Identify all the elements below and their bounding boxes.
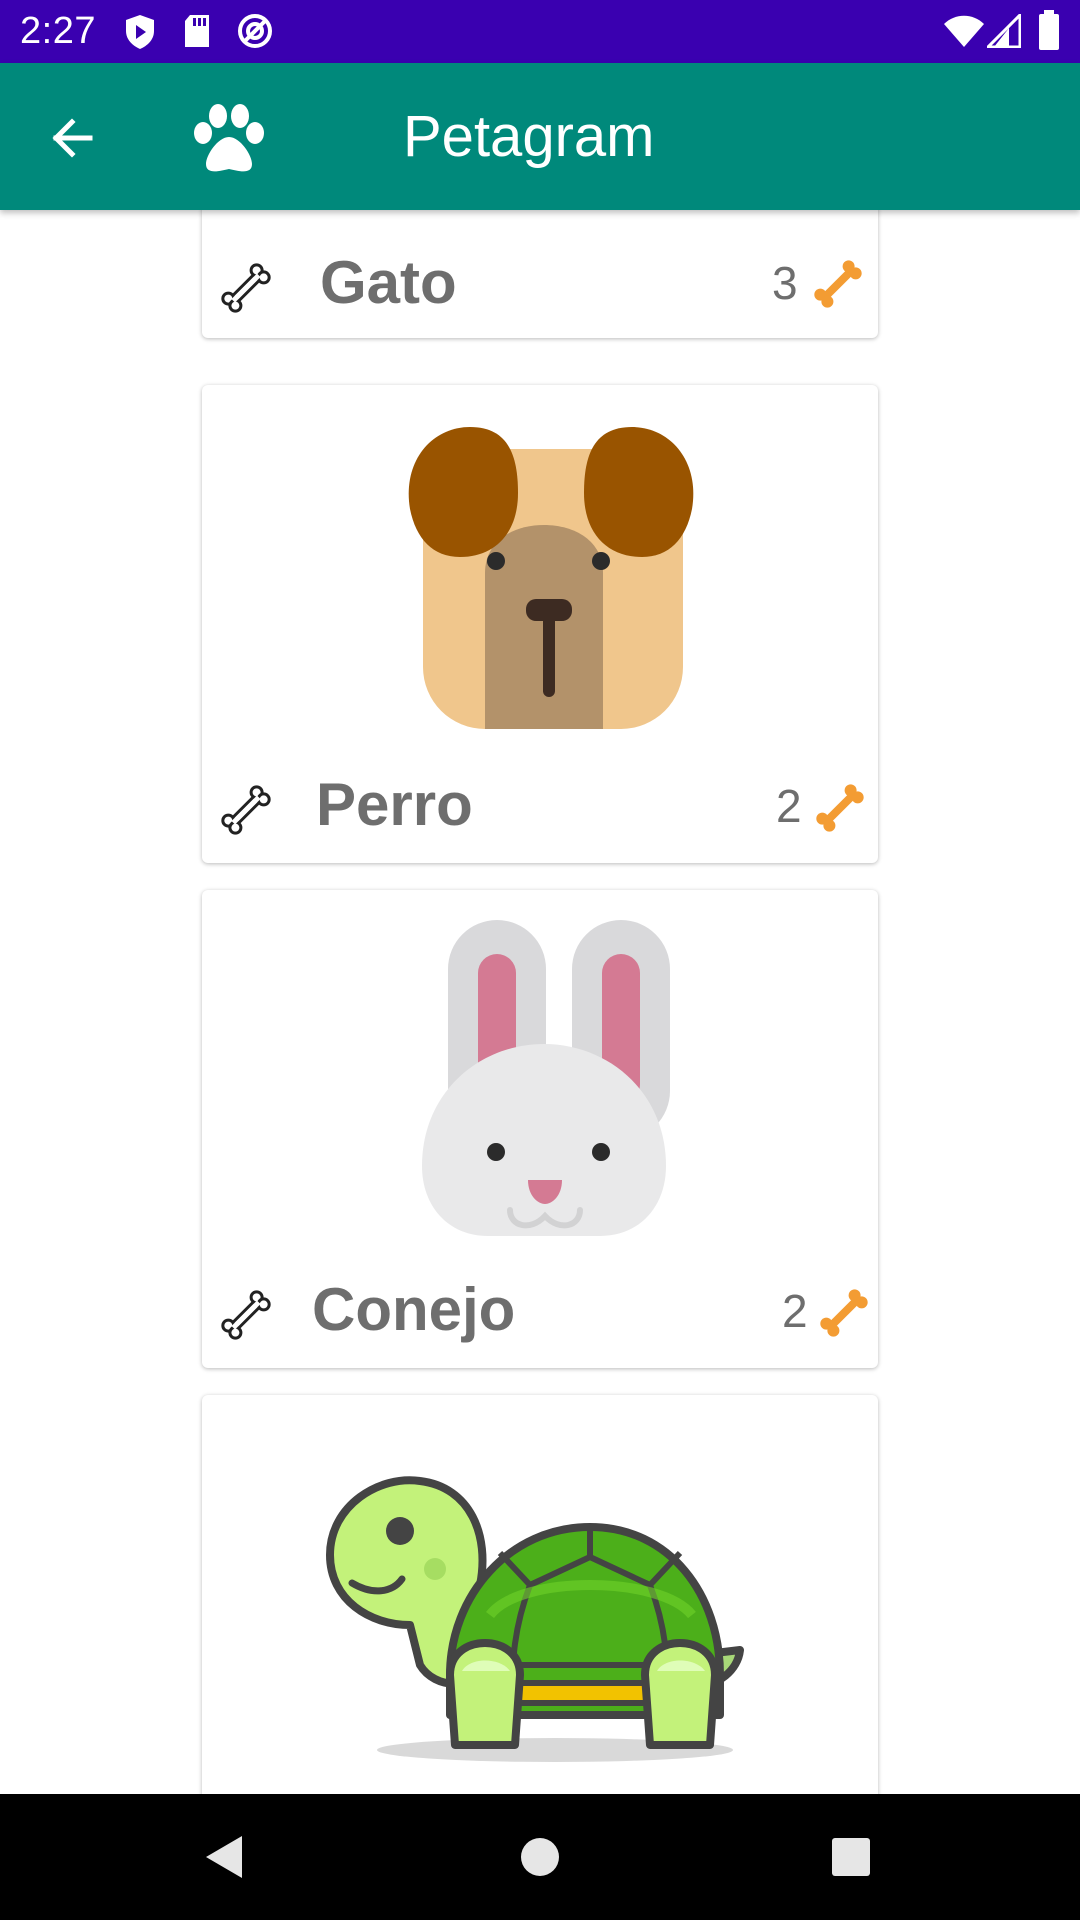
status-time: 2:27 [20,10,96,52]
wifi-icon [944,15,984,47]
pet-card [202,1395,878,1794]
battery-icon [1039,10,1059,50]
app-title: Petagram [403,104,655,169]
back-triangle-icon[interactable] [202,1834,246,1880]
pet-card: Conejo 2 [202,890,878,1368]
bone-outline-icon[interactable] [216,258,276,318]
like-count: 2 [776,780,802,832]
bone-rating-icon [816,784,864,832]
pet-name: Perro [316,771,473,838]
bone-outline-icon[interactable] [216,780,276,840]
bone-rating-icon [820,1289,868,1337]
card-footer: Perro 2 [202,748,878,863]
paw-icon [194,104,264,172]
shield-play-icon [126,15,154,49]
status-bar: 2:27 [0,0,1080,63]
pet-list[interactable]: Gato 3 Perro 2 Conejo 2 [0,210,1080,1794]
cell-signal-icon [987,14,1021,48]
like-count: 2 [782,1285,808,1337]
pet-card: Perro 2 [202,385,878,863]
pet-name: Conejo [312,1276,516,1343]
card-footer: Gato 3 [202,228,878,338]
system-nav-bar [0,1794,1080,1920]
bone-rating-icon [814,260,862,308]
turtle-icon [326,1476,744,1762]
app-bar: Petagram [0,63,1080,210]
back-arrow-icon[interactable] [40,105,106,171]
home-circle-icon[interactable] [519,1836,561,1878]
card-footer: Conejo 2 [202,1253,878,1368]
pet-card: Gato 3 [202,210,878,338]
rabbit-icon [422,920,670,1236]
pet-name: Gato [320,249,457,316]
like-count: 3 [772,257,798,309]
bone-outline-icon[interactable] [216,1285,276,1345]
dog-icon [408,427,694,729]
recents-square-icon[interactable] [831,1837,871,1877]
sd-card-icon [185,15,209,47]
sync-circle-icon [238,14,272,48]
